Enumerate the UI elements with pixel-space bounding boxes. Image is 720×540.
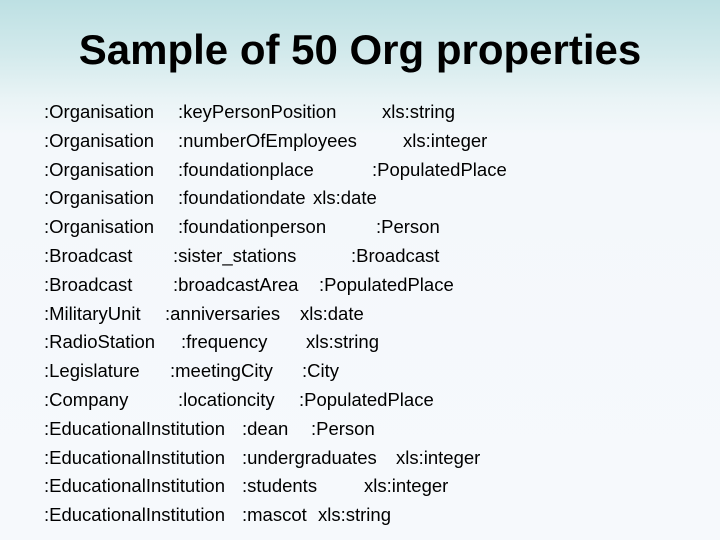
property-name: :broadcastArea bbox=[173, 273, 299, 295]
property-row: :Organisation :keyPersonPosition xls:str… bbox=[44, 98, 704, 127]
range-type: xls:string bbox=[382, 101, 455, 122]
range-type: xls:integer bbox=[396, 446, 481, 468]
property-row: :Organisation :foundationplace :Populate… bbox=[44, 156, 704, 185]
range-type: :City bbox=[302, 360, 339, 382]
domain-class: :EducationalInstitution bbox=[44, 475, 226, 497]
property-name: :keyPersonPosition bbox=[178, 101, 337, 122]
property-row: :Broadcast :broadcastArea :PopulatedPlac… bbox=[44, 271, 704, 300]
range-type: xls:string bbox=[306, 331, 379, 353]
range-type: :Broadcast bbox=[351, 244, 440, 266]
domain-class: :Company bbox=[44, 388, 129, 410]
property-name: :frequency bbox=[181, 331, 268, 353]
range-type: xls:integer bbox=[364, 475, 449, 497]
property-row: :RadioStation :frequency xls:string bbox=[44, 328, 704, 357]
domain-class: :Organisation bbox=[44, 216, 155, 238]
range-type: xls:date bbox=[300, 302, 364, 324]
property-row: :Legislature :meetingCity :City bbox=[44, 357, 704, 386]
property-name: :undergraduates bbox=[242, 446, 377, 468]
property-list: :Organisation :keyPersonPosition xls:str… bbox=[44, 98, 704, 530]
property-row: :EducationalInstitution :mascot xls:stri… bbox=[44, 501, 704, 530]
range-type: :PopulatedPlace bbox=[372, 158, 507, 180]
range-type: :Person bbox=[311, 417, 375, 439]
property-name: :meetingCity bbox=[170, 360, 273, 382]
domain-class: :EducationalInstitution bbox=[44, 504, 226, 526]
property-row: :Broadcast :sister_stations :Broadcast bbox=[44, 242, 704, 271]
domain-class: :Organisation bbox=[44, 187, 155, 209]
property-name: :foundationplace bbox=[178, 158, 314, 180]
property-row: :MilitaryUnit :anniversaries xls:date bbox=[44, 300, 704, 329]
property-name: :numberOfEmployees bbox=[178, 129, 357, 151]
property-row: :Organisation :numberOfEmployees xls:int… bbox=[44, 127, 704, 156]
range-type: xls:string bbox=[318, 504, 391, 526]
domain-class: :EducationalInstitution bbox=[44, 417, 226, 439]
property-name: :students bbox=[242, 475, 318, 497]
range-type: :PopulatedPlace bbox=[299, 388, 434, 410]
property-row: :Organisation :foundationdate xls:date bbox=[44, 184, 704, 213]
property-name: :dean bbox=[242, 417, 289, 439]
range-type: xls:integer bbox=[403, 129, 488, 151]
range-type: xls:date bbox=[313, 187, 377, 209]
property-name: :locationcity bbox=[178, 388, 275, 410]
property-name: :foundationdate bbox=[178, 187, 306, 209]
domain-class: :Broadcast bbox=[44, 244, 133, 266]
domain-class: :RadioStation bbox=[44, 331, 156, 353]
domain-class: :MilitaryUnit bbox=[44, 302, 141, 324]
domain-class: :Legislature bbox=[44, 360, 140, 382]
property-row: :EducationalInstitution :undergraduates … bbox=[44, 444, 704, 473]
property-name: :anniversaries bbox=[165, 302, 281, 324]
property-name: :mascot bbox=[242, 504, 307, 526]
property-name: :sister_stations bbox=[173, 244, 297, 266]
property-row: :Organisation :foundationperson :Person bbox=[44, 213, 704, 242]
property-row: :Company :locationcity :PopulatedPlace bbox=[44, 386, 704, 415]
property-row: :EducationalInstitution :students xls:in… bbox=[44, 472, 704, 501]
domain-class: :Organisation bbox=[44, 129, 155, 151]
domain-class: :Organisation bbox=[44, 158, 155, 180]
property-name: :foundationperson bbox=[178, 216, 327, 238]
range-type: :Person bbox=[376, 216, 440, 238]
property-row: :EducationalInstitution :dean :Person bbox=[44, 415, 704, 444]
domain-class: :EducationalInstitution bbox=[44, 446, 226, 468]
slide-title: Sample of 50 Org properties bbox=[78, 26, 642, 73]
range-type: :PopulatedPlace bbox=[319, 273, 454, 295]
domain-class: :Organisation bbox=[44, 101, 155, 122]
domain-class: :Broadcast bbox=[44, 273, 133, 295]
